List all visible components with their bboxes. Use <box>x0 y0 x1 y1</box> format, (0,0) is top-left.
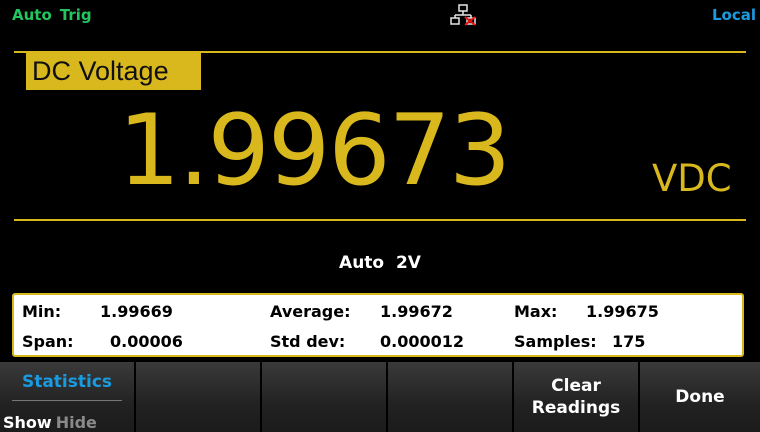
lan-disconnected-icon <box>450 4 476 26</box>
stddev-label: Std dev: <box>270 332 346 351</box>
done-button[interactable]: Done <box>640 362 760 432</box>
multimeter-screen: Auto Trig Local DC Voltage 1.99673 VDC A… <box>0 0 760 432</box>
clear-readings-button[interactable]: Clear Readings <box>514 362 638 432</box>
average-value: 1.99672 <box>380 302 453 321</box>
stddev-value: 0.000012 <box>380 332 465 351</box>
reading-unit: VDC <box>652 157 732 200</box>
done-label: Done <box>675 387 725 407</box>
min-label: Min: <box>22 302 62 321</box>
bottom-divider <box>14 219 746 221</box>
measurement-function: DC Voltage <box>26 53 201 90</box>
hide-option[interactable]: Hide <box>56 413 97 432</box>
min-value: 1.99669 <box>100 302 173 321</box>
trigger-status: Auto Trig <box>12 3 92 27</box>
statistics-softkey[interactable]: Statistics Show Hide <box>0 362 134 432</box>
span-label: Span: <box>22 332 74 351</box>
max-value: 1.99675 <box>586 302 659 321</box>
span-value: 0.00006 <box>110 332 183 351</box>
clear-readings-line1: Clear <box>551 376 601 396</box>
remote-status: Local <box>712 3 756 27</box>
statistics-title: Statistics <box>21 372 113 392</box>
statistics-panel: Min: 1.99669 Average: 1.99672 Max: 1.996… <box>12 293 744 357</box>
samples-value: 175 <box>612 332 646 351</box>
trigger-label: Trig <box>59 6 92 24</box>
softkey-bar: Statistics Show Hide Clear Readings Done <box>0 362 760 432</box>
primary-reading: 1.99673 <box>118 94 511 208</box>
trigger-mode: Auto <box>12 6 52 24</box>
statistics-divider <box>12 400 122 401</box>
max-label: Max: <box>514 302 558 321</box>
clear-readings-line2: Readings <box>531 398 621 418</box>
remote-state: Local <box>711 6 756 24</box>
range-indicator: Auto 2V <box>339 253 421 273</box>
average-label: Average: <box>270 302 351 321</box>
softkey-2[interactable] <box>136 362 260 432</box>
show-option[interactable]: Show <box>3 413 52 432</box>
samples-label: Samples: <box>514 332 597 351</box>
clear-readings-label: Clear Readings <box>514 375 638 419</box>
softkey-3[interactable] <box>262 362 386 432</box>
statistics-toggle: Show Hide <box>0 414 134 432</box>
softkey-4[interactable] <box>388 362 512 432</box>
